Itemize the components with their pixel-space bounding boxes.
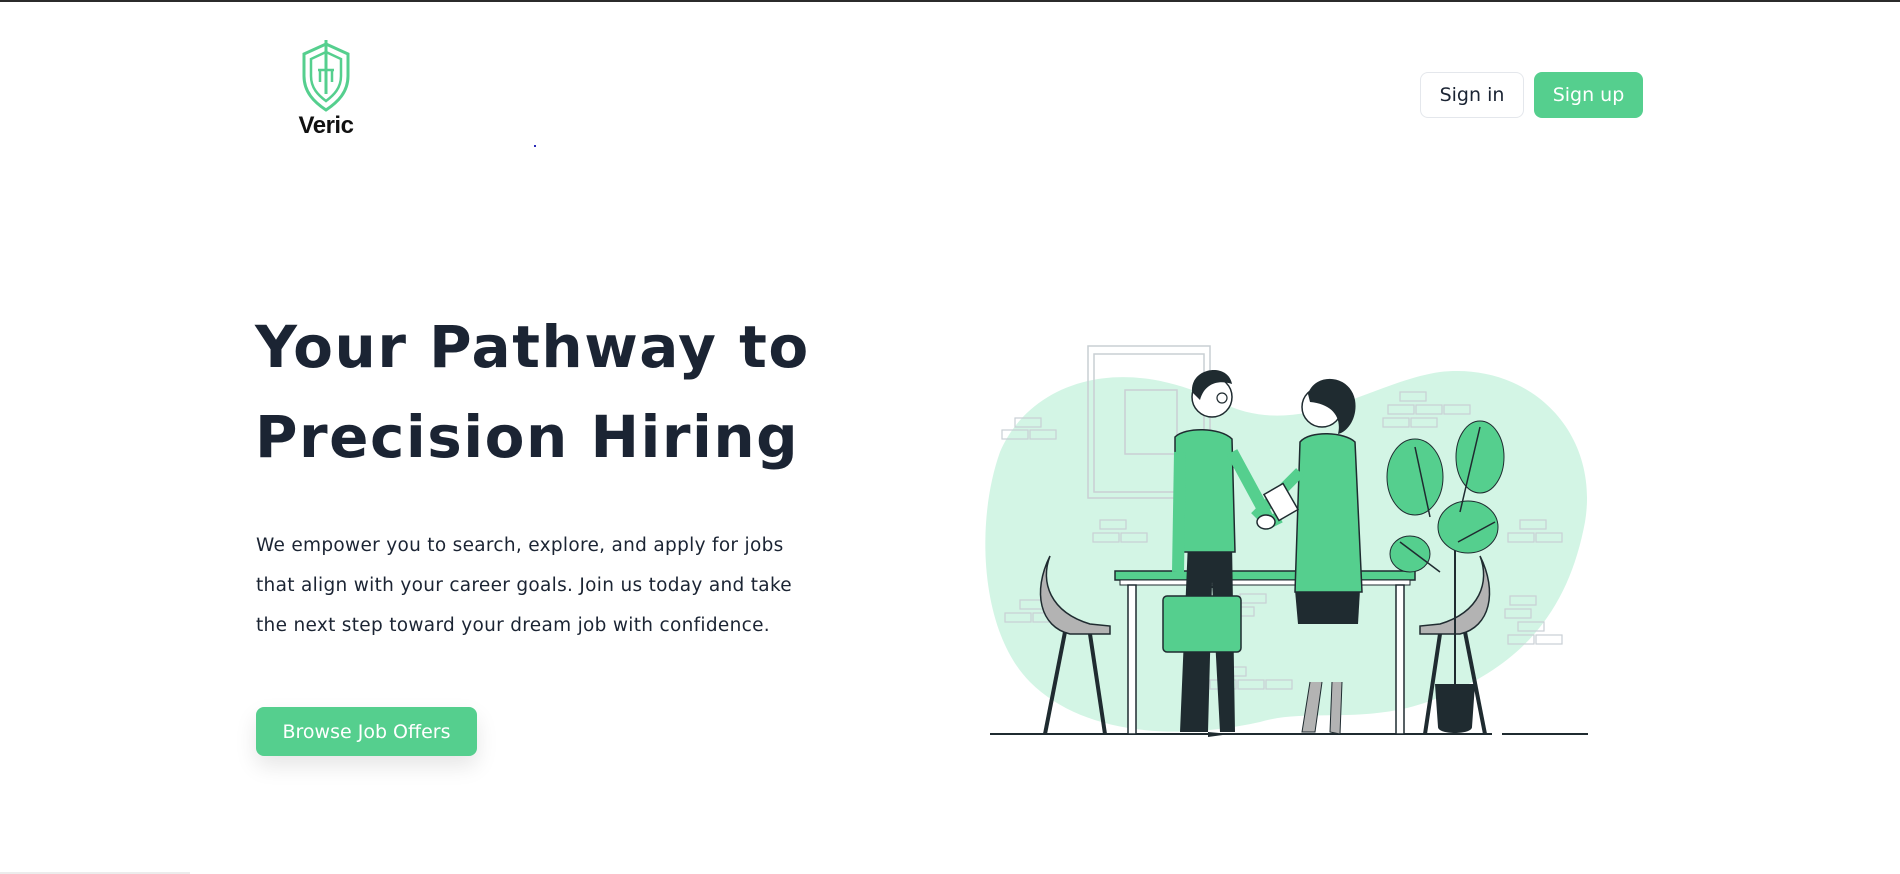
hero-description: We empower you to search, explore, and a…	[256, 535, 792, 636]
briefcase	[1162, 586, 1242, 653]
hero-title-line2: Precision Hiring	[255, 403, 800, 471]
hero-title: Your Pathway to Precision Hiring	[255, 302, 875, 482]
brand-name: Veric	[298, 112, 354, 139]
browse-job-offers-button[interactable]: Browse Job Offers	[256, 707, 477, 756]
hero-title-line1: Your Pathway to	[255, 313, 810, 381]
handshake	[1256, 514, 1276, 530]
handshake-meeting-illustration	[985, 345, 1588, 737]
shield-logo-icon	[302, 40, 350, 112]
signin-button[interactable]: Sign in	[1420, 72, 1524, 118]
decorative-dot	[534, 145, 536, 147]
logo[interactable]: Veric	[294, 38, 358, 140]
signup-button[interactable]: Sign up	[1534, 72, 1643, 118]
background-blob	[985, 371, 1588, 732]
